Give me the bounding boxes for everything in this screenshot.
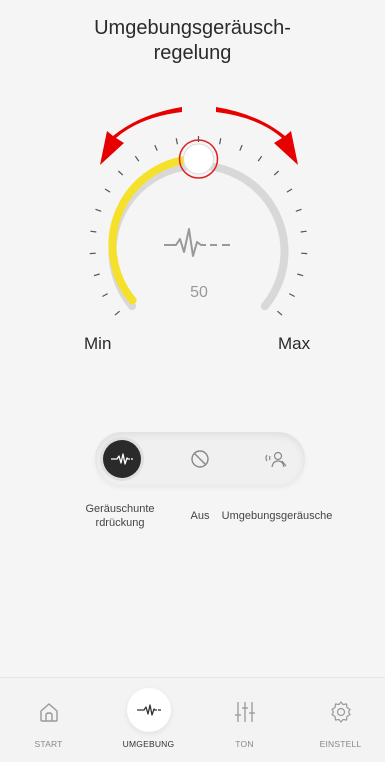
nav-item-ton[interactable]: TON (206, 678, 283, 762)
noise-cancel-icon (111, 452, 133, 466)
nav-item-einstell[interactable]: EINSTELL (302, 678, 379, 762)
dial-max-label: Max (278, 334, 310, 354)
dial-tick (118, 171, 122, 175)
bottom-navigation: START UMGEBUNG TON (0, 677, 385, 762)
dial-tick (96, 209, 102, 211)
noise-cancel-label-line1: Geräuschunte (70, 502, 170, 516)
noise-cancel-button[interactable] (103, 440, 141, 478)
nav-item-umgebung[interactable]: UMGEBUNG (110, 678, 187, 762)
increase-arrow-icon[interactable] (216, 107, 298, 165)
off-button[interactable] (181, 440, 219, 478)
mode-selector (95, 432, 305, 486)
ambient-sound-icon (264, 449, 288, 469)
dial-tick (94, 274, 100, 276)
dial-tick (105, 189, 110, 192)
dial-tick (297, 274, 303, 276)
dial-min-label: Min (84, 334, 111, 354)
dial-tick (135, 156, 139, 161)
nav-label-ton: TON (206, 739, 283, 749)
nav-item-start[interactable]: START (10, 678, 87, 762)
dial-tick (258, 156, 262, 161)
off-icon (189, 448, 211, 470)
dial-tick (220, 138, 221, 144)
ambient-sound-label: Umgebungsgeräusche (214, 509, 340, 523)
dial-tick (289, 294, 294, 297)
noise-cancel-label-line2: rdrückung (70, 516, 170, 530)
equalizer-icon (225, 692, 265, 732)
wave-icon (127, 688, 171, 732)
nav-label-start: START (10, 739, 87, 749)
noise-wave-icon (164, 229, 230, 256)
page-title-line2: regelung (0, 41, 385, 66)
dial-tick (287, 189, 292, 192)
dial-tick (274, 171, 278, 175)
settings-icon (321, 692, 361, 732)
dial-tick (115, 311, 120, 315)
home-icon (29, 692, 69, 732)
page-title-line1: Umgebungsgeräusch- (0, 16, 385, 41)
dial-value: 50 (190, 284, 208, 301)
ambient-dial[interactable]: 50 (0, 95, 385, 345)
dial-tick (296, 209, 302, 211)
nav-label-umgebung: UMGEBUNG (110, 739, 187, 749)
dial-tick (277, 311, 282, 315)
dial-tick (102, 294, 107, 297)
noise-cancel-label: Geräuschunte rdrückung (70, 502, 170, 530)
page-title: Umgebungsgeräusch- regelung (0, 16, 385, 66)
dial-handle[interactable] (180, 140, 218, 178)
dial-tick (240, 145, 242, 151)
decrease-arrow-icon[interactable] (100, 107, 182, 165)
nav-label-einstell: EINSTELL (302, 739, 379, 749)
dial-tick (155, 145, 157, 151)
ambient-sound-button[interactable] (257, 440, 295, 478)
dial-tick (176, 138, 177, 144)
dial-tick (90, 231, 96, 232)
dial-tick (301, 231, 307, 232)
